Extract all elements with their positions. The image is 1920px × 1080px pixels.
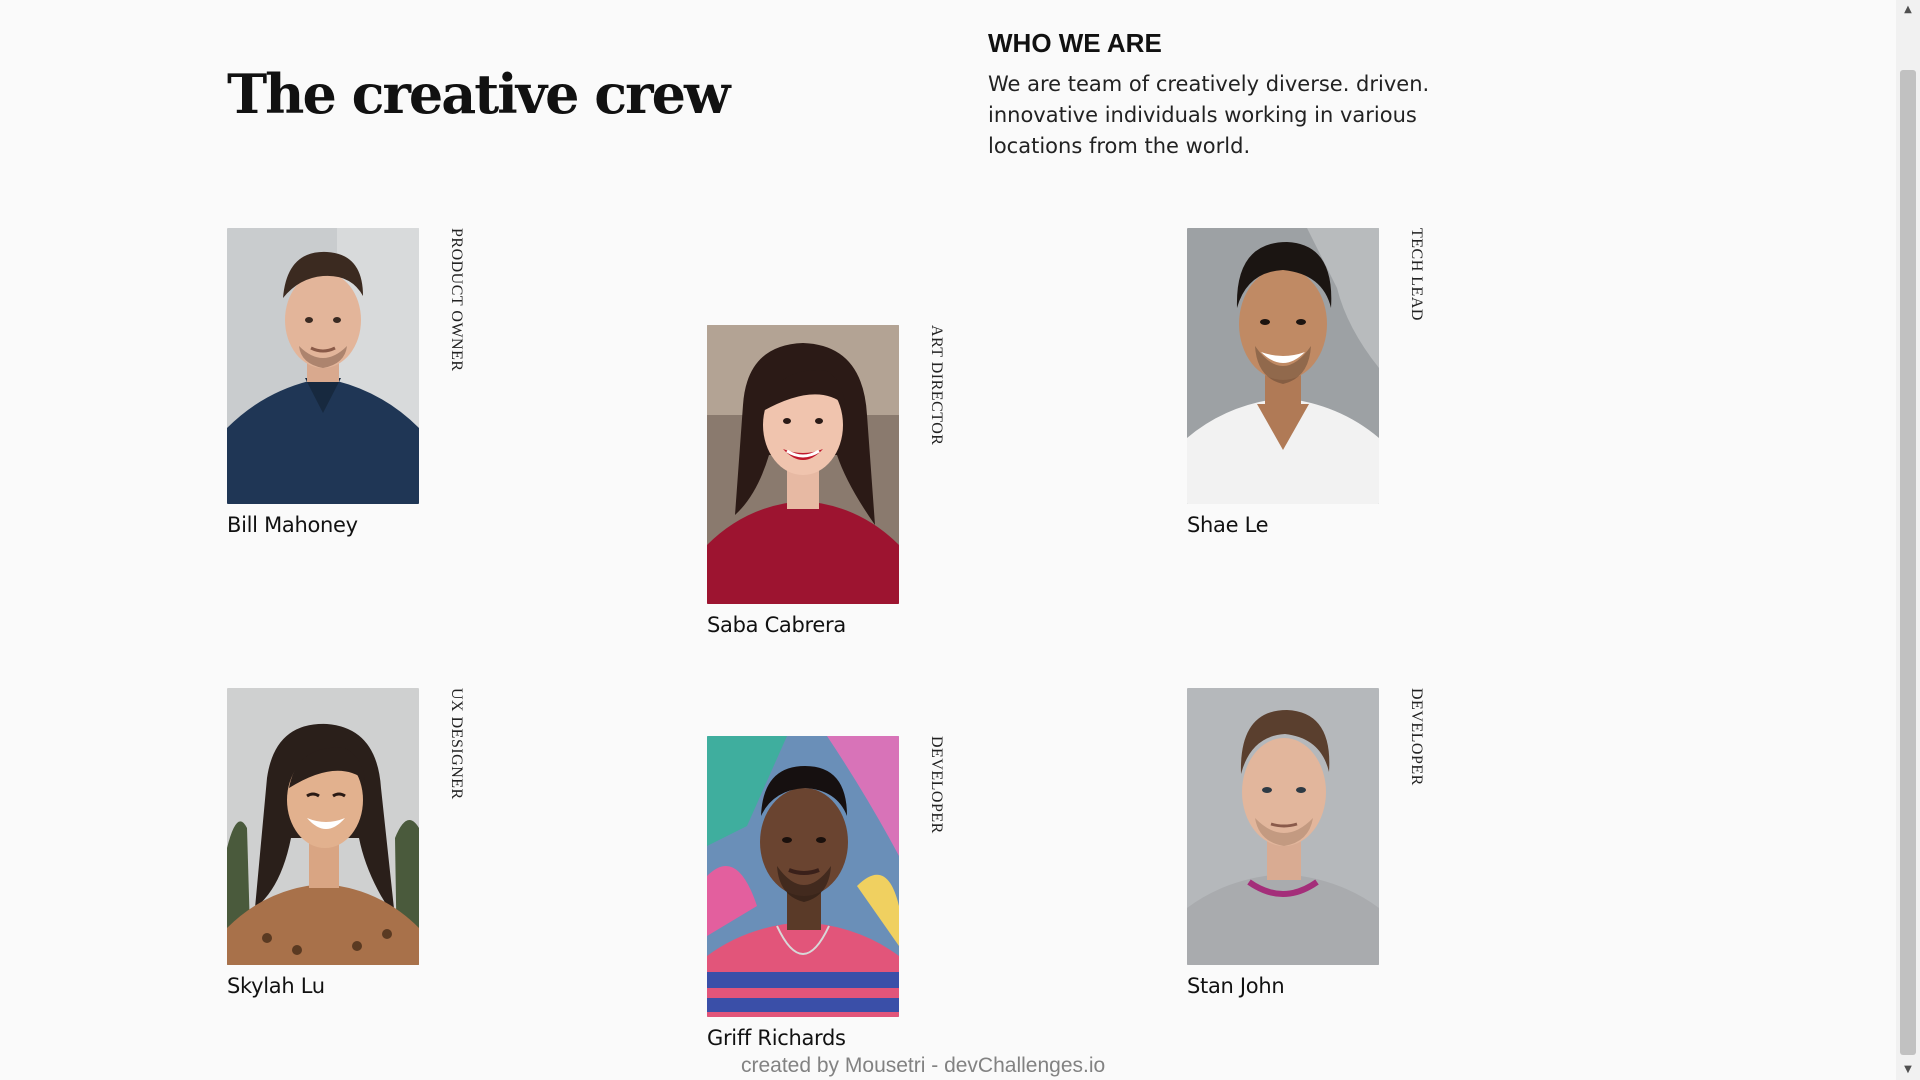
member-photo (707, 736, 899, 1017)
triangle-up-icon[interactable]: ▲ (1896, 0, 1920, 20)
who-we-are-text: We are team of creatively diverse. drive… (988, 72, 1430, 158)
member-role: DEVELOPER (928, 736, 945, 834)
member-name: Saba Cabrera (707, 613, 846, 637)
member-role: PRODUCT OWNER (448, 228, 465, 372)
member-name: Griff Richards (707, 1026, 846, 1050)
member-name: Stan John (1187, 974, 1285, 998)
member-name: Bill Mahoney (227, 513, 358, 537)
member-photo (227, 228, 419, 504)
portrait-man-graffiti-wall (707, 736, 899, 1017)
portrait-man-navy-polo (227, 228, 419, 504)
member-role: DEVELOPER (1408, 688, 1425, 786)
member-photo (1187, 228, 1379, 504)
member-role: TECH LEAD (1408, 228, 1425, 321)
triangle-down-icon[interactable]: ▼ (1896, 1060, 1920, 1080)
member-name: Skylah Lu (227, 974, 325, 998)
member-photo (227, 688, 419, 965)
member-role: UX DESIGNER (448, 688, 465, 800)
portrait-man-grey-sweater (1187, 688, 1379, 965)
page-title: The creative crew (227, 62, 730, 126)
portrait-woman-red-sweater (707, 325, 899, 604)
member-photo (1187, 688, 1379, 965)
portrait-man-white-tshirt (1187, 228, 1379, 504)
page: The creative crew WHO WE ARE We are team… (0, 0, 1895, 1080)
member-name: Shae Le (1187, 513, 1269, 537)
member-photo (707, 325, 899, 604)
who-we-are-heading: WHO WE ARE (988, 28, 1162, 58)
portrait-woman-floral-top (227, 688, 419, 965)
who-we-are-section: WHO WE ARE We are team of creatively div… (988, 28, 1458, 162)
member-role: ART DIRECTOR (928, 325, 945, 446)
footer-credit: created by Mousetri - devChallenges.io (741, 1054, 1106, 1077)
vertical-scrollbar[interactable]: ▲ ▼ (1896, 0, 1920, 1080)
scrollbar-thumb[interactable] (1900, 70, 1916, 1055)
